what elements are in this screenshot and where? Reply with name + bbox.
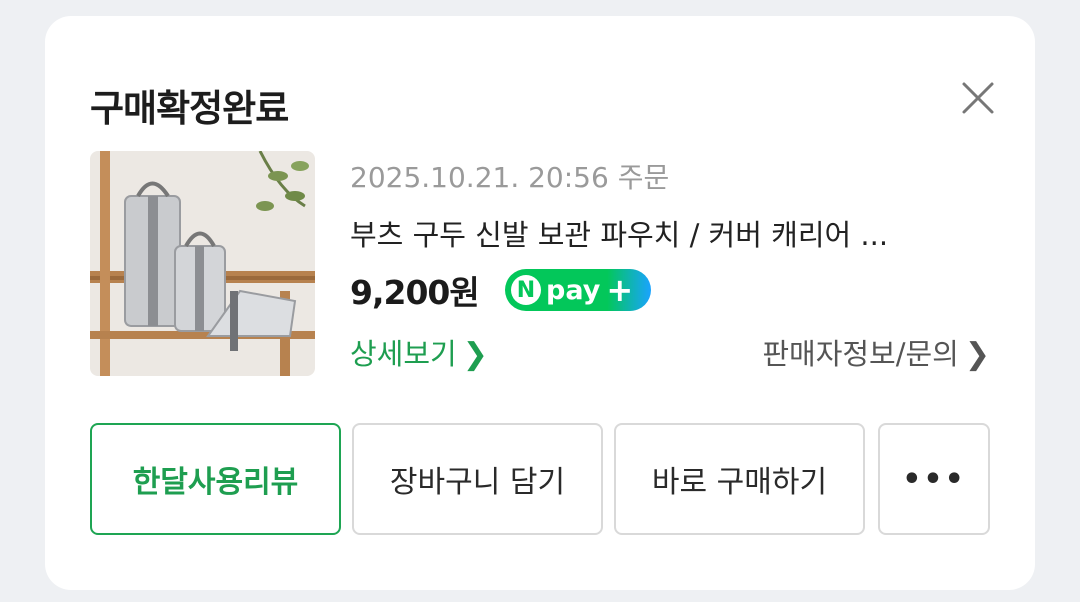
more-dots-icon: ••• (902, 461, 966, 497)
purchase-confirm-card: 구매확정완료 2025.10.21. 20:56 주문 부츠 구두 신발 보관 … (45, 16, 1035, 590)
npay-label: pay (546, 274, 601, 306)
close-icon[interactable] (958, 78, 998, 118)
detail-link-label: 상세보기 (350, 337, 457, 371)
npay-plus-badge: N pay + (505, 269, 651, 311)
product-price: 9,200원 (350, 273, 480, 312)
npay-n-icon: N (511, 275, 541, 305)
chevron-right-icon: ❯ (964, 337, 990, 372)
buy-now-button[interactable]: 바로 구매하기 (614, 423, 865, 535)
card-title: 구매확정완료 (90, 87, 289, 130)
product-thumbnail[interactable] (90, 151, 315, 376)
review-button[interactable]: 한달사용리뷰 (90, 423, 341, 535)
detail-link[interactable]: 상세보기 ❯ (350, 331, 488, 373)
seller-link-label: 판매자정보/문의 (762, 337, 959, 371)
npay-plus-icon: + (606, 271, 634, 309)
product-name[interactable]: 부츠 구두 신발 보관 파우치 / 커버 캐리어 ... (350, 212, 990, 254)
more-options-button[interactable]: ••• (878, 423, 990, 535)
order-date: 2025.10.21. 20:56 주문 (350, 161, 670, 194)
add-to-cart-button[interactable]: 장바구니 담기 (352, 423, 603, 535)
seller-info-link[interactable]: 판매자정보/문의 ❯ (762, 331, 990, 373)
chevron-right-icon: ❯ (462, 337, 488, 372)
